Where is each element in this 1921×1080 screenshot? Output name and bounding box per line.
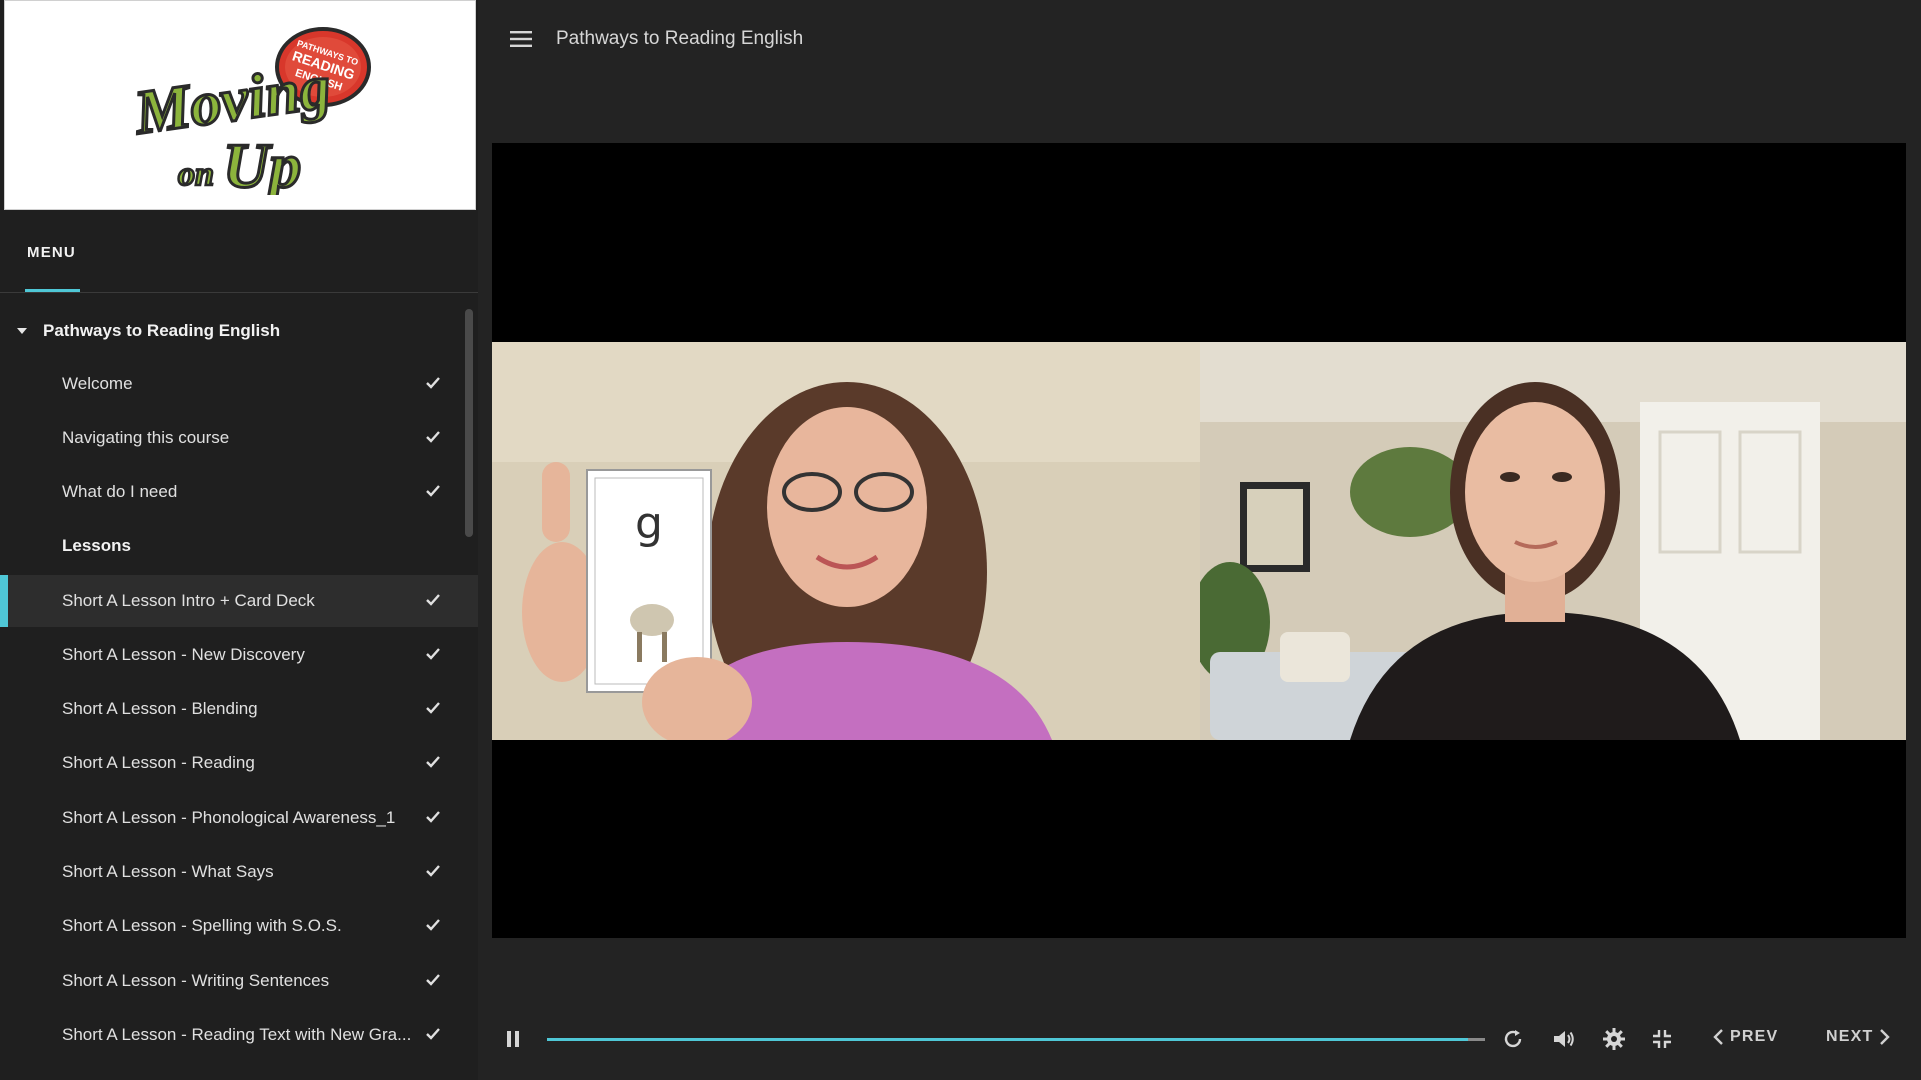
hamburger-icon[interactable] [510,31,532,47]
menu-item-label: Short A Lesson - Spelling with S.O.S. [62,916,342,935]
menu-item-label: Short A Lesson Intro + Card Deck [62,591,315,610]
menu-item-label: Short A Lesson - Writing Sentences [62,971,330,990]
section-toggle[interactable]: Pathways to Reading English [0,304,478,358]
course-logo: PATHWAYS TO READING ENGLISH Moving on Up [4,0,476,210]
menu-item-label: What do I need [62,482,178,501]
svg-text:Up: Up [223,130,301,195]
page-title: Pathways to Reading English [556,28,804,49]
video-frame-instructor [1200,342,1906,740]
menu-item-reading-text[interactable]: Short A Lesson - Reading Text with New G… [0,1009,478,1061]
menu-item-label: Short A Lesson - What Says [62,862,274,881]
check-icon [426,811,440,823]
check-icon [426,974,440,986]
check-icon [426,648,440,660]
replay-icon[interactable] [1502,1028,1524,1050]
menu-item-label: Short A Lesson - Reading Text with New G… [62,1025,412,1044]
menu-item-phonological-awareness[interactable]: Short A Lesson - Phonological Awareness_… [0,792,478,844]
menu-item-short-a-intro[interactable]: Short A Lesson Intro + Card Deck [0,575,478,627]
menu-item-navigating[interactable]: Navigating this course [0,412,478,464]
menu-item-label: Short A Lesson - New Discovery [62,645,305,664]
menu-divider [0,292,478,293]
svg-text:on: on [178,156,214,193]
volume-icon[interactable] [1552,1028,1576,1050]
menu-item-welcome[interactable]: Welcome [0,358,478,410]
menu-item-label: Welcome [62,374,133,393]
menu-item-lessons[interactable]: Lessons [0,520,478,572]
menu-item-label: Short A Lesson - Phonological Awareness_… [62,808,396,827]
prev-label: PREV [1730,1028,1779,1045]
chevron-left-icon [1713,1029,1723,1045]
card-letter: g [635,498,663,549]
settings-icon[interactable] [1602,1027,1626,1051]
exit-fullscreen-icon[interactable] [1652,1029,1672,1049]
menu-item-what-do-i-need[interactable]: What do I need [0,466,478,518]
menu-item-label: Lessons [62,536,131,555]
menu-item-blending[interactable]: Short A Lesson - Blending [0,683,478,735]
check-icon [426,485,440,497]
sidebar: PATHWAYS TO READING ENGLISH Moving on Up… [0,0,478,1080]
menu-item-writing-sentences[interactable]: Short A Lesson - Writing Sentences [0,955,478,1007]
pause-icon[interactable] [506,1030,520,1048]
menu-item-what-says[interactable]: Short A Lesson - What Says [0,846,478,898]
check-icon [426,1028,440,1040]
progress-fill [547,1038,1469,1041]
player-controls: PREV NEXT [492,1020,1906,1060]
check-icon [426,377,440,389]
active-indicator [0,575,8,627]
check-icon [426,865,440,877]
chevron-right-icon [1880,1029,1891,1045]
prev-button[interactable]: PREV [1712,1028,1778,1046]
menu-tab[interactable]: MENU [27,244,76,261]
check-icon [426,431,440,443]
section-title: Pathways to Reading English [43,321,281,340]
check-icon [426,702,440,714]
menu-item-reading[interactable]: Short A Lesson - Reading [0,737,478,789]
video-frame-teacher-card: g [492,342,1200,740]
check-icon [426,919,440,931]
progress-bar[interactable] [547,1038,1485,1041]
sidebar-scrollbar[interactable] [465,309,473,537]
menu-item-label: Navigating this course [62,428,230,447]
check-icon [426,594,440,606]
menu-item-label: Short A Lesson - Blending [62,699,258,718]
caret-down-icon [17,328,27,334]
moving-on-up-logo: PATHWAYS TO READING ENGLISH Moving on Up [128,27,371,195]
menu-item-new-discovery[interactable]: Short A Lesson - New Discovery [0,629,478,681]
next-button[interactable]: NEXT [1826,1028,1891,1046]
next-label: NEXT [1826,1028,1874,1045]
check-icon [426,756,440,768]
menu-item-spelling[interactable]: Short A Lesson - Spelling with S.O.S. [0,900,478,952]
menu-item-label: Short A Lesson - Reading [62,753,255,772]
